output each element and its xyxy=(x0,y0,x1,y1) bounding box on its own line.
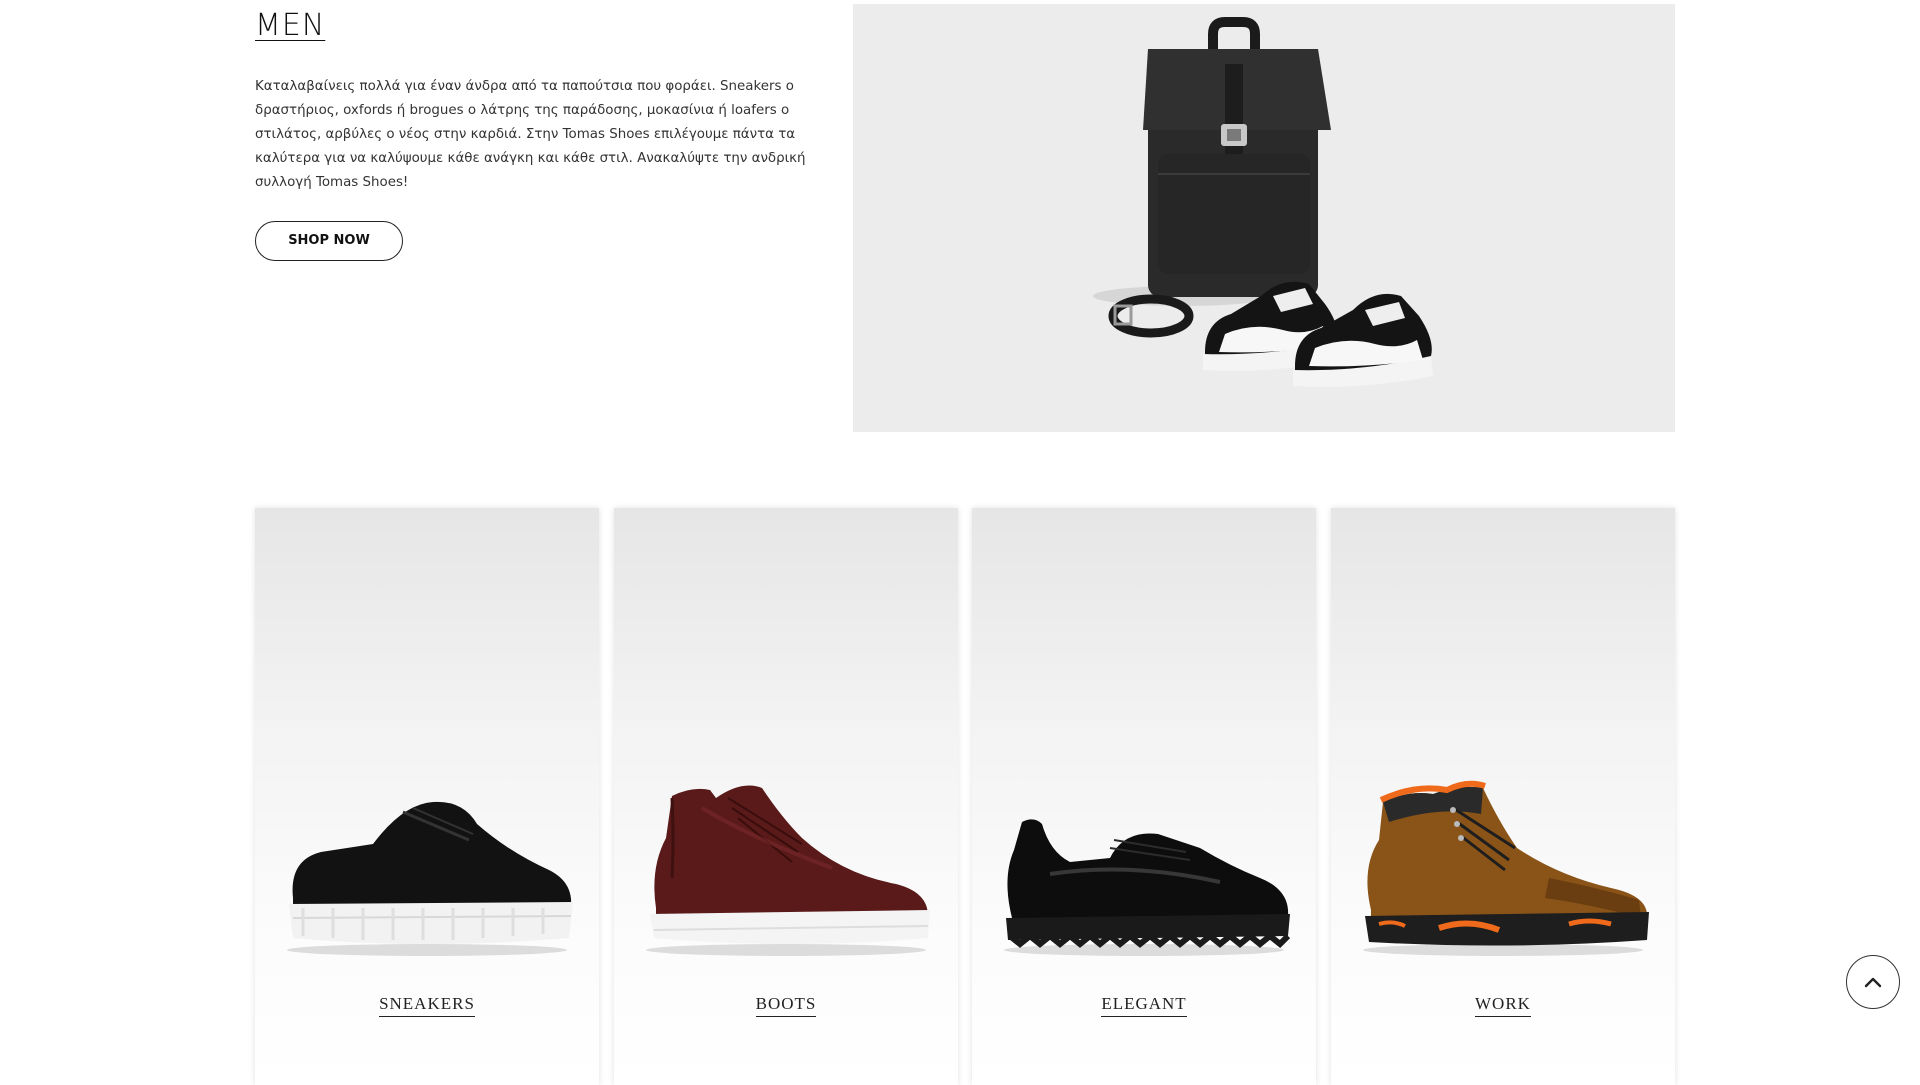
shop-now-button[interactable]: SHOP NOW xyxy=(255,221,403,261)
category-card-work[interactable]: WORK xyxy=(1331,508,1675,1085)
hero-text: MEN Καταλαβαίνεις πολλά για έναν άνδρα α… xyxy=(255,8,835,261)
backpack-belt-sneakers-photo xyxy=(1093,17,1433,387)
category-label[interactable]: ELEGANT xyxy=(972,994,1316,1017)
hero-image xyxy=(853,4,1675,432)
category-grid: SNEAKERS BOOTS ELEGANT WORK xyxy=(255,508,1675,1085)
hero-description: Καταλαβαίνεις πολλά για έναν άνδρα από τ… xyxy=(255,79,806,190)
brown-work-boot-photo xyxy=(1363,780,1649,956)
scroll-to-top-button[interactable] xyxy=(1846,955,1900,1009)
burgundy-high-top-photo xyxy=(646,785,930,956)
category-card-elegant[interactable]: ELEGANT xyxy=(972,508,1316,1085)
hero-section: MEN Καταλαβαίνεις πολλά για έναν άνδρα α… xyxy=(0,0,1920,440)
black-sneaker-photo xyxy=(287,801,573,956)
black-derby-shoe-photo xyxy=(1004,819,1291,956)
category-label-text[interactable]: BOOTS xyxy=(755,994,817,1017)
category-label-text[interactable]: WORK xyxy=(1475,994,1531,1017)
chevron-up-icon xyxy=(1864,977,1882,988)
category-card-boots[interactable]: BOOTS xyxy=(614,508,958,1085)
hero-title[interactable]: MEN xyxy=(255,8,835,43)
category-label[interactable]: BOOTS xyxy=(614,994,958,1017)
category-label[interactable]: SNEAKERS xyxy=(255,994,599,1017)
category-label-text[interactable]: SNEAKERS xyxy=(379,994,475,1017)
category-label-text[interactable]: ELEGANT xyxy=(1101,994,1187,1017)
category-label[interactable]: WORK xyxy=(1331,994,1675,1017)
category-card-sneakers[interactable]: SNEAKERS xyxy=(255,508,599,1085)
